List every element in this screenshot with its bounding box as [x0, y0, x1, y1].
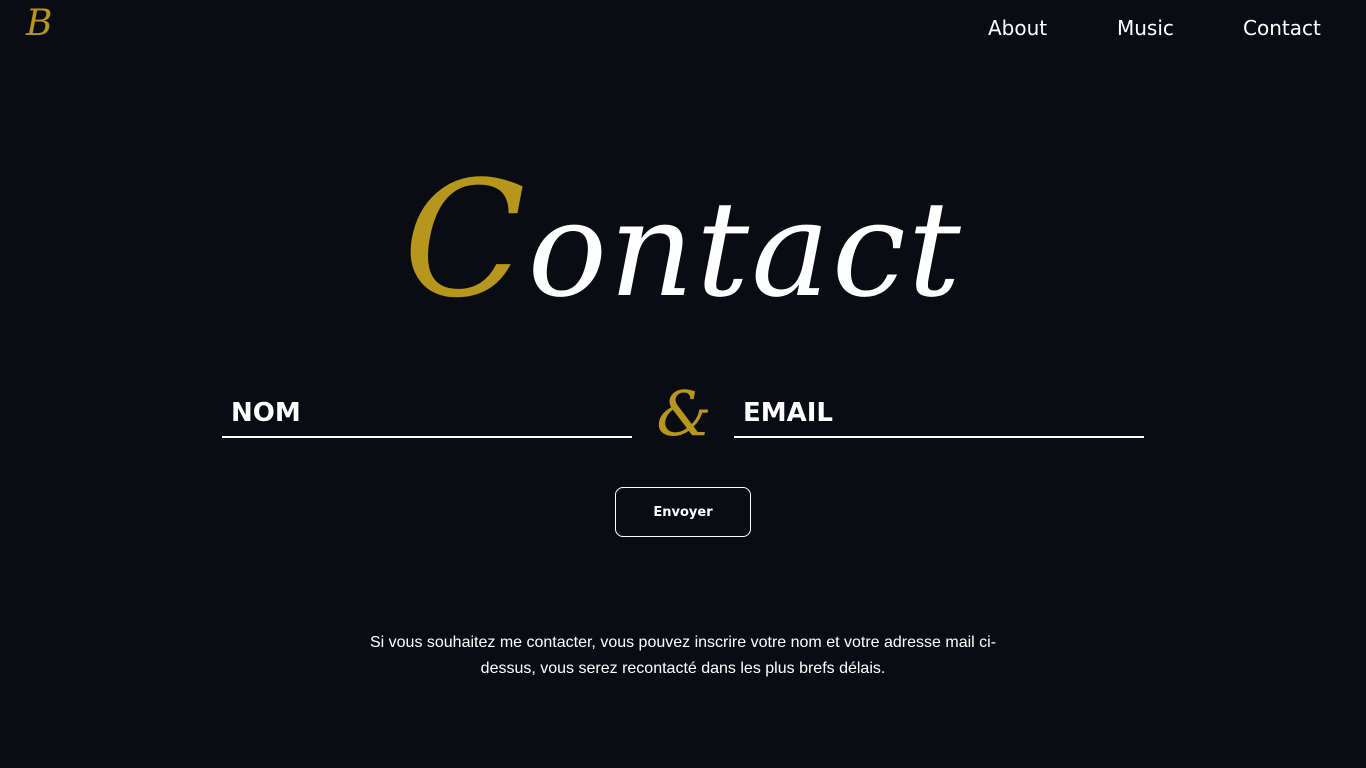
email-field [734, 390, 1144, 438]
contact-info-text: Si vous souhaitez me contacter, vous pou… [369, 634, 997, 677]
main-nav: About Music Contact [0, 14, 1366, 44]
page-title-initial: C [403, 146, 528, 333]
contact-page: B About Music Contact Contact & Envoyer … [0, 0, 1366, 768]
submit-button[interactable]: Envoyer [615, 487, 751, 537]
nav-item-contact[interactable]: Contact [1243, 14, 1321, 42]
page-title: Contact [0, 150, 1366, 340]
name-field [222, 390, 632, 438]
nav-item-music[interactable]: Music [1117, 14, 1174, 42]
nav-item-about[interactable]: About [988, 14, 1047, 42]
name-input[interactable] [222, 390, 632, 436]
page-title-rest: ontact [527, 173, 963, 327]
email-input[interactable] [734, 390, 1144, 436]
ampersand-separator: & [656, 377, 712, 450]
